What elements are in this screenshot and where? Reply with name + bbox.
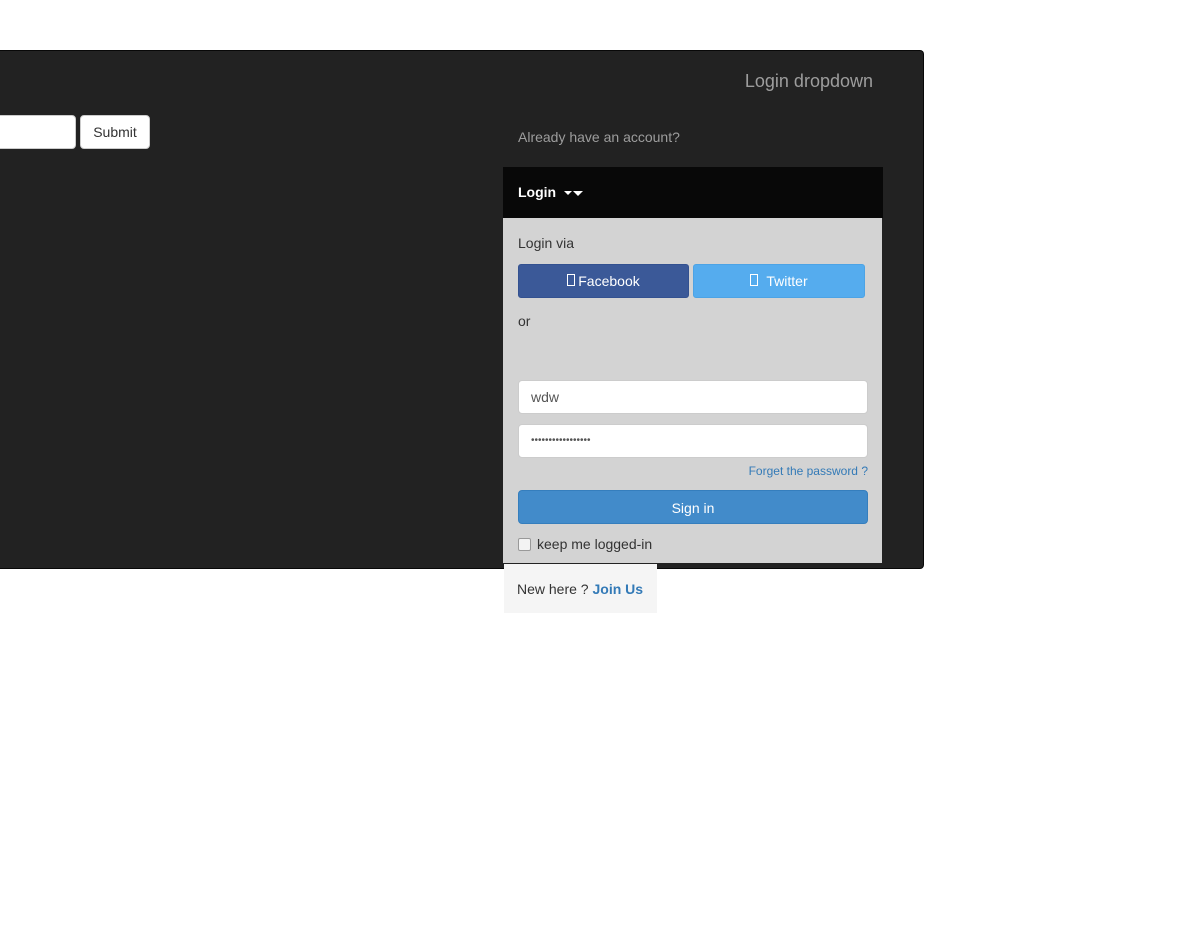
navbar: Login dropdown Submit Already have an ac…	[0, 50, 924, 613]
navbar-brand[interactable]: Login dropdown	[745, 71, 873, 91]
search-input[interactable]	[0, 115, 76, 149]
keep-logged-in-checkbox[interactable]	[518, 538, 531, 551]
facebook-login-button[interactable]: Facebook	[518, 264, 689, 298]
twitter-login-button[interactable]: Twitter	[693, 264, 865, 298]
caret-down-icon	[564, 191, 572, 196]
join-us-link[interactable]: Join Us	[592, 581, 643, 597]
keep-logged-in-label: keep me logged-in	[537, 536, 653, 552]
twitter-icon	[750, 274, 759, 286]
keep-logged-in[interactable]: keep me logged-in	[518, 536, 652, 552]
new-here-text: New here ?	[517, 581, 589, 597]
username-input[interactable]: wdw	[518, 380, 868, 414]
submit-button[interactable]: Submit	[80, 115, 150, 149]
twitter-label: Twitter	[766, 273, 808, 289]
login-dropdown-menu: Login via Facebook Twitter or wdw ••••••…	[503, 218, 882, 613]
caret-down-icon	[573, 190, 583, 196]
signup-footer: New here ? Join Us	[504, 564, 657, 613]
forgot-password-link[interactable]: Forget the password ?	[749, 464, 868, 478]
facebook-icon	[567, 274, 576, 286]
or-separator: or	[518, 313, 531, 329]
login-toggle-label: Login	[518, 184, 557, 200]
sign-in-button[interactable]: Sign in	[518, 490, 868, 524]
facebook-label: Facebook	[578, 273, 640, 289]
password-input[interactable]: •••••••••••••••••	[518, 424, 868, 458]
already-have-account-text: Already have an account?	[518, 129, 680, 145]
login-dropdown-toggle[interactable]: Login	[503, 167, 883, 218]
login-via-label: Login via	[518, 235, 575, 251]
